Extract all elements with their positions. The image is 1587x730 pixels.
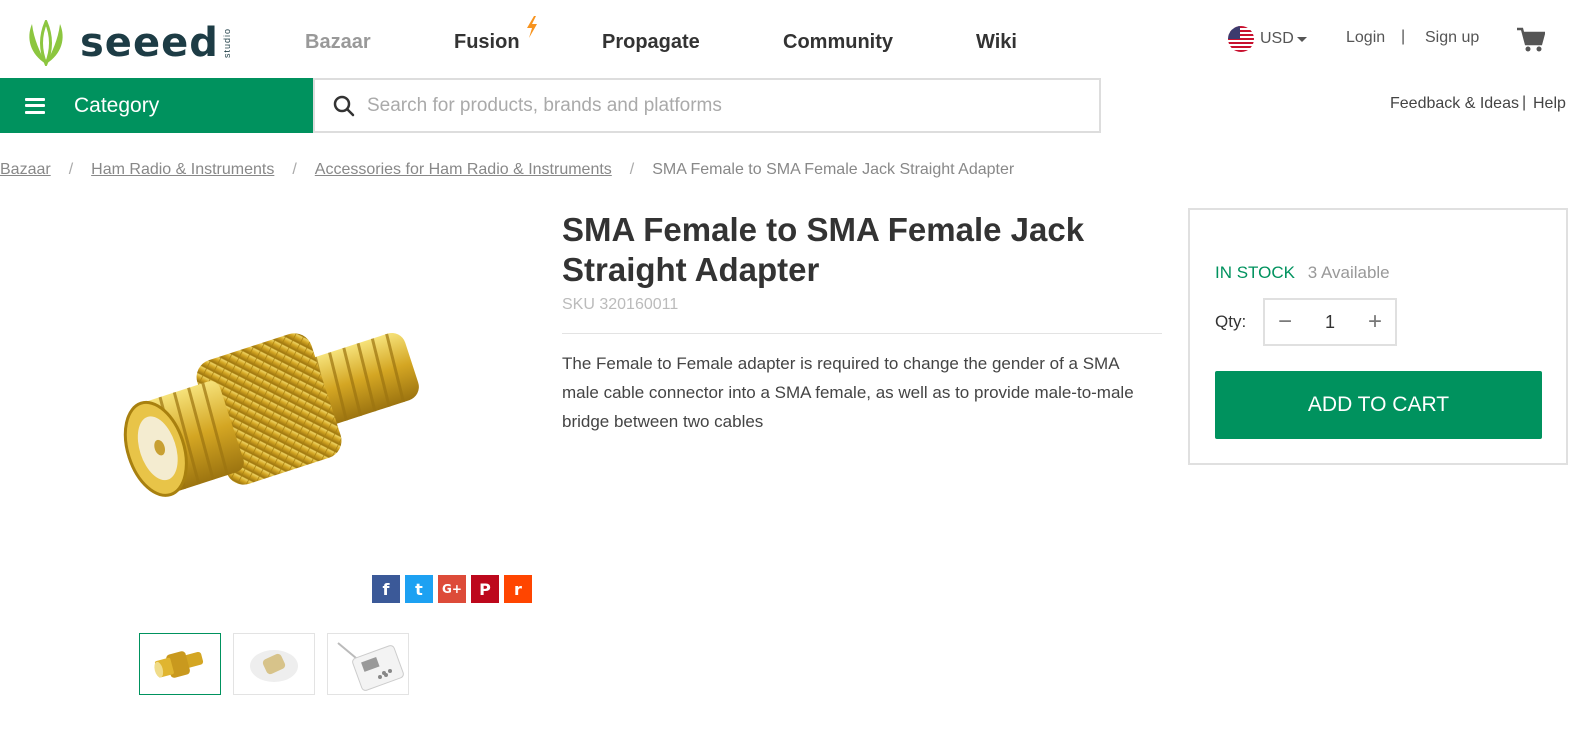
nav-bazaar[interactable]: Bazaar	[305, 28, 371, 56]
lightning-bolt-icon	[527, 16, 537, 38]
qty-label: Qty:	[1215, 312, 1246, 332]
reddit-icon[interactable]: r	[504, 575, 532, 603]
adapter-thumbnail-icon	[154, 651, 204, 678]
feedback-link[interactable]: Feedback & Ideas	[1390, 95, 1519, 113]
breadcrumb-bazaar[interactable]: Bazaar	[0, 161, 51, 179]
search-input[interactable]	[367, 94, 1067, 117]
category-menu-button[interactable]: Category	[0, 78, 313, 133]
product-main-image[interactable]	[110, 290, 455, 530]
breadcrumb-current: SMA Female to SMA Female Jack Straight A…	[652, 161, 1015, 178]
twitter-icon[interactable]: t	[405, 575, 433, 603]
nav-propagate[interactable]: Propagate	[602, 28, 700, 56]
chevron-down-icon	[1296, 36, 1307, 42]
signup-link[interactable]: Sign up	[1425, 29, 1479, 47]
bar-separator: |	[1522, 94, 1527, 111]
divider	[562, 333, 1162, 334]
logo-studio-text: studio	[221, 27, 232, 59]
qty-decrease-button[interactable]: −	[1265, 300, 1305, 344]
thumbnail-3[interactable]	[327, 633, 409, 695]
login-link[interactable]: Login	[1346, 29, 1385, 47]
currency-selector[interactable]: USD	[1228, 26, 1307, 52]
currency-label: USD	[1260, 30, 1294, 47]
breadcrumb-separator: /	[629, 161, 635, 178]
help-link[interactable]: Help	[1533, 95, 1566, 113]
search-bar	[313, 78, 1101, 133]
google-plus-icon[interactable]: G+	[438, 575, 466, 603]
qty-label-text: Qty	[1215, 312, 1242, 331]
pinterest-icon[interactable]: P	[471, 575, 499, 603]
stock-status: IN STOCK 3 Available	[1215, 263, 1390, 283]
quantity-stepper: − +	[1263, 298, 1397, 346]
thumbnail-1[interactable]	[139, 633, 221, 695]
nav-community[interactable]: Community	[783, 28, 893, 56]
category-label: Category	[74, 93, 160, 117]
qty-input[interactable]	[1310, 311, 1350, 333]
available-count: 3 Available	[1307, 263, 1390, 282]
seeed-logo[interactable]: seeed studio	[20, 20, 232, 66]
add-to-cart-button[interactable]: ADD TO CART	[1215, 371, 1542, 439]
breadcrumb-separator: /	[292, 161, 297, 178]
product-title: SMA Female to SMA Female Jack Straight A…	[562, 211, 1085, 288]
hamburger-menu-icon	[25, 97, 45, 114]
nav-wiki[interactable]: Wiki	[976, 28, 1017, 56]
facebook-icon[interactable]: f	[372, 575, 400, 603]
radio-device-thumbnail-icon	[337, 642, 404, 691]
us-flag-icon	[1228, 26, 1254, 52]
nav-fusion[interactable]: Fusion	[454, 28, 520, 56]
breadcrumb-accessories[interactable]: Accessories for Ham Radio & Instruments	[315, 161, 612, 179]
thumbnail-gallery	[139, 633, 409, 695]
thumbnail-2[interactable]	[233, 633, 315, 695]
product-description: The Female to Female adapter is required…	[562, 354, 1134, 431]
breadcrumb-separator: /	[68, 161, 74, 178]
search-icon[interactable]	[333, 95, 355, 117]
qty-label-colon: :	[1241, 312, 1247, 331]
qty-increase-button[interactable]: +	[1355, 300, 1395, 344]
shopping-cart-icon[interactable]	[1517, 27, 1545, 53]
buy-box: IN STOCK 3 Available Qty: − + ADD TO CAR…	[1188, 208, 1568, 465]
seeed-leaf-icon	[29, 20, 63, 66]
adapter-bag-thumbnail-icon	[250, 650, 298, 682]
breadcrumb-ham-radio[interactable]: Ham Radio & Instruments	[91, 161, 274, 179]
social-share: f t G+ P r	[372, 575, 532, 603]
product-sku: SKU 320160011	[562, 296, 679, 313]
breadcrumb: Bazaar / Ham Radio & Instruments / Acces…	[0, 161, 1014, 179]
header-separator: |	[1401, 28, 1406, 45]
logo-wordmark: seeed	[80, 20, 219, 66]
in-stock-label: IN STOCK	[1215, 263, 1295, 282]
site-header: seeed studio Bazaar Fusion Propagate Com…	[0, 0, 1587, 78]
